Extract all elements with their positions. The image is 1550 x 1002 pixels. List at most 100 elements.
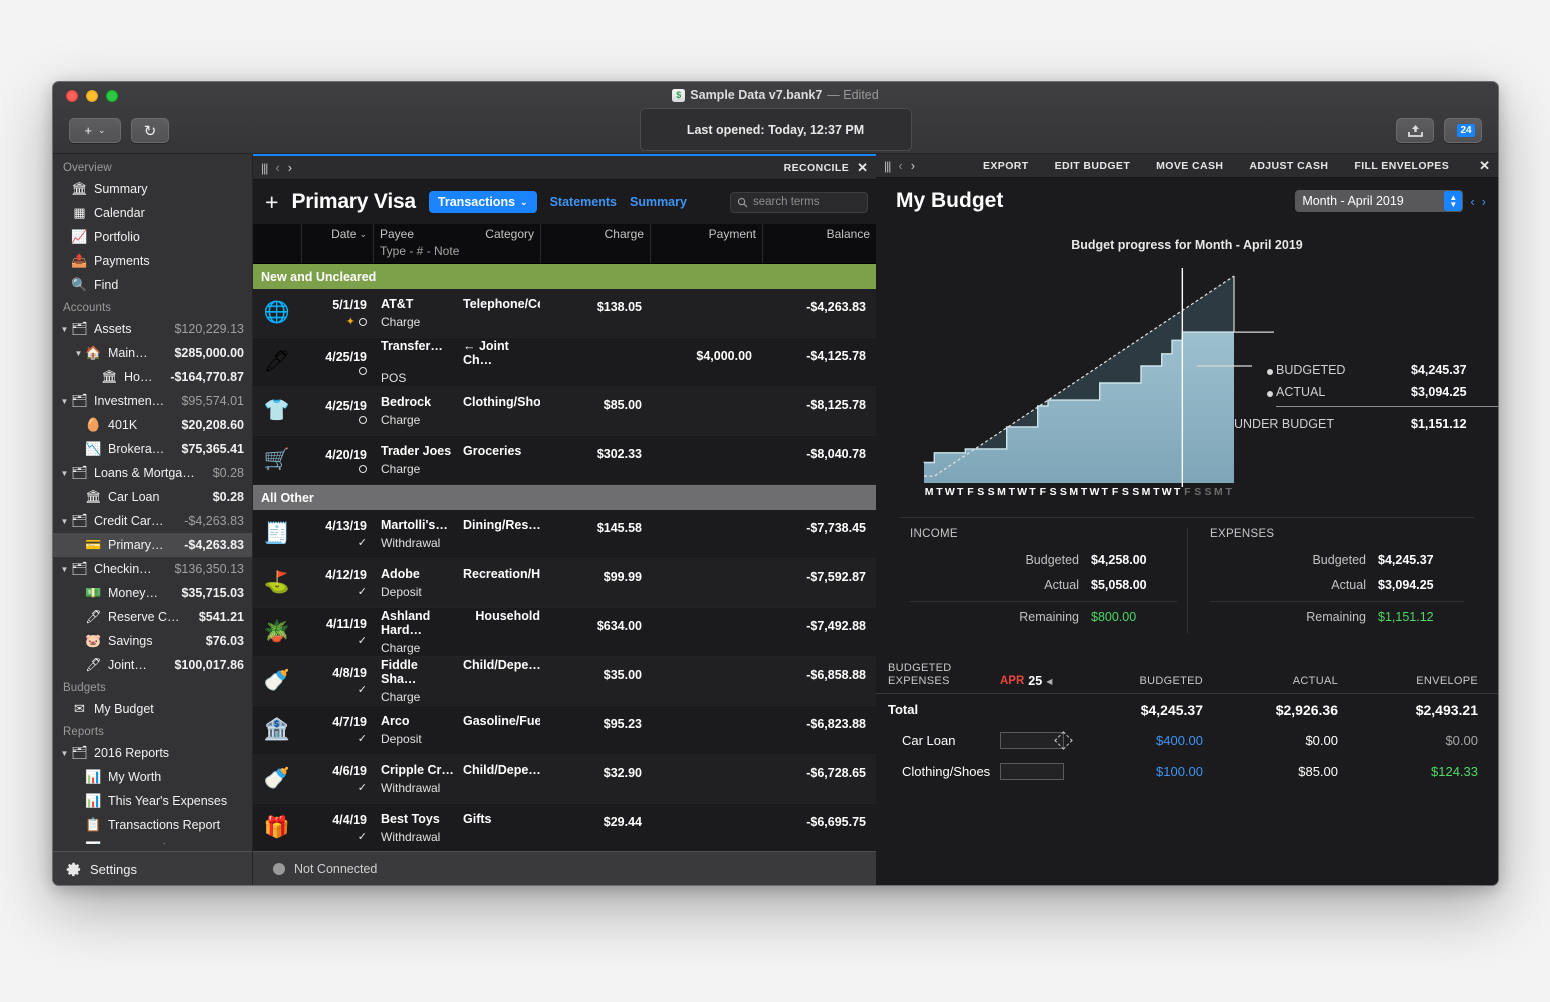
disclosure-triangle-icon[interactable]: ▼ xyxy=(59,565,70,574)
uncleared-circle-icon[interactable] xyxy=(359,366,367,375)
sidebar-item-money[interactable]: 💵 Money… $35,715.03 xyxy=(53,581,252,605)
budget-action-move-cash[interactable]: MOVE CASH xyxy=(1156,160,1223,172)
cleared-check-icon[interactable]: ✓ xyxy=(358,781,367,794)
budget-action-export[interactable]: EXPORT xyxy=(983,160,1029,172)
close-budget-panel-icon[interactable]: ✕ xyxy=(1479,158,1490,174)
back-icon[interactable]: ‹ xyxy=(898,158,902,173)
uncleared-circle-icon[interactable] xyxy=(359,415,367,424)
table-row[interactable]: 👕 4/25/19 Bedrock Clothing/Shoes Charge $85.0… xyxy=(253,387,876,436)
sidebar-item-2016-reports[interactable]: ▼ 🗂 2016 Reports xyxy=(53,741,252,765)
budget-row[interactable]: Car Loan $400.00 $0.00 $0.00 xyxy=(876,725,1498,756)
forward-icon[interactable]: › xyxy=(288,160,292,175)
sidebar-item-my-worth[interactable]: 📊 My Worth xyxy=(53,765,252,789)
cleared-check-icon[interactable]: ✓ xyxy=(358,536,367,549)
sidebar-item-portfolio[interactable]: 📈 Portfolio xyxy=(53,225,252,249)
sidebar-item-last-month-to-date-ex[interactable]: 📊 Last Month to Date Ex xyxy=(53,837,252,844)
budget-progress-bar[interactable] xyxy=(1000,763,1064,780)
prev-period-button[interactable]: ‹ xyxy=(1470,194,1474,209)
tab-transactions[interactable]: Transactions ⌄ xyxy=(428,191,537,213)
col-balance[interactable]: Balance xyxy=(762,224,876,263)
budget-date-marker[interactable]: APR 25 ◀ xyxy=(1000,674,1108,688)
sidebar-list[interactable]: Overview 🏛 Summary ▦ Calendar 📈 Portfolio 📤 Paym… xyxy=(53,154,252,844)
uncleared-circle-icon[interactable] xyxy=(359,317,367,326)
col-date[interactable]: Date ⌄ xyxy=(301,224,373,263)
table-row[interactable]: 🍼 4/8/19 ✓ Fiddle Sha… Child/Depe… Charge $35.… xyxy=(253,657,876,706)
disclosure-triangle-icon[interactable]: ▼ xyxy=(59,517,70,526)
close-panel-icon[interactable]: ✕ xyxy=(857,160,868,176)
budget-row[interactable]: Clothing/Shoes $100.00 $85.00 $124.33 xyxy=(876,756,1498,787)
next-period-button[interactable]: › xyxy=(1482,194,1486,209)
disclosure-triangle-icon[interactable]: ▼ xyxy=(59,397,70,406)
uncleared-circle-icon[interactable] xyxy=(359,464,367,473)
budget-col-budgeted[interactable]: BUDGETED xyxy=(1108,675,1203,688)
settings-button[interactable]: Settings xyxy=(53,851,252,885)
panel-grip-icon[interactable]: ||| xyxy=(884,159,891,173)
budget-progress-bar[interactable] xyxy=(1000,731,1073,750)
budget-col-envelope[interactable]: ENVELOPE xyxy=(1338,675,1478,688)
search-input[interactable]: search terms xyxy=(730,191,868,213)
budget-action-adjust-cash[interactable]: ADJUST CASH xyxy=(1249,160,1328,172)
col-payee-category[interactable]: Payee Category Type - # - Note xyxy=(373,224,540,263)
sidebar-item-joint[interactable]: 🖊 Joint… $100,017.86 xyxy=(53,653,252,677)
add-transaction-button[interactable]: + xyxy=(265,189,278,216)
forward-icon[interactable]: › xyxy=(911,158,915,173)
budget-table-rows[interactable]: Total $4,245.37 $2,926.36 $2,493.21 Car Loan… xyxy=(876,694,1498,787)
table-row[interactable]: 🏦 4/7/19 ✓ Arco Gasoline/Fuel Deposit $95.23 -$… xyxy=(253,706,876,755)
sidebar-item-401k[interactable]: 🥚 401K $20,208.60 xyxy=(53,413,252,437)
sidebar-item-main[interactable]: ▼ 🏠 Main… $285,000.00 xyxy=(53,341,252,365)
sidebar-item-payments[interactable]: 📤 Payments xyxy=(53,249,252,273)
back-icon[interactable]: ‹ xyxy=(275,160,279,175)
table-row[interactable]: 🍼 4/6/19 ✓ Cripple Cr… Child/Depe… Withdrawal… xyxy=(253,755,876,804)
disclosure-triangle-icon[interactable]: ▼ xyxy=(59,469,70,478)
table-row[interactable]: 🪴 4/11/19 ✓ Ashland Hard… Household Charge $63… xyxy=(253,608,876,657)
budget-action-edit-budget[interactable]: EDIT BUDGET xyxy=(1055,160,1131,172)
sidebar-item-brokera[interactable]: 📉 Brokera… $75,365.41 xyxy=(53,437,252,461)
panel-grip-icon[interactable]: ||| xyxy=(261,161,268,175)
table-row[interactable]: 🧾 4/13/19 ✓ Martolli's… Dining/Res… Withdrawa… xyxy=(253,510,876,559)
disclosure-triangle-icon[interactable]: ▼ xyxy=(59,325,70,334)
sidebar-item-checkin[interactable]: ▼ 🗂 Checkin… $136,350.13 xyxy=(53,557,252,581)
sidebar-item-assets[interactable]: ▼ 🗂 Assets $120,229.13 xyxy=(53,317,252,341)
sidebar-item-savings[interactable]: 🐷 Savings $76.03 xyxy=(53,629,252,653)
cleared-check-icon[interactable]: ✓ xyxy=(358,634,367,647)
disclosure-triangle-icon[interactable]: ▼ xyxy=(59,749,70,758)
calendar-badge-button[interactable]: 24 xyxy=(1444,118,1482,143)
col-payment[interactable]: Payment xyxy=(650,224,762,263)
cleared-check-icon[interactable]: ✓ xyxy=(358,732,367,745)
table-row[interactable]: ⛳ 4/12/19 ✓ Adobe Recreation/Hobbies Deposit $… xyxy=(253,559,876,608)
transactions-list[interactable]: New and Uncleared 🌐 5/1/19 ✦ AT&T Telephone/C… xyxy=(253,264,876,853)
budget-handle-icon[interactable] xyxy=(1054,731,1073,750)
sidebar-item-find[interactable]: 🔍 Find xyxy=(53,273,252,297)
reconcile-button[interactable]: RECONCILE xyxy=(784,162,849,174)
sidebar-item-loans-mortga[interactable]: ▼ 🗂 Loans & Mortga… $0.28 xyxy=(53,461,252,485)
refresh-button[interactable]: ↻ xyxy=(131,118,169,143)
budget-action-fill-envelopes[interactable]: FILL ENVELOPES xyxy=(1354,160,1449,172)
sidebar-item-primary[interactable]: 💳 Primary… -$4,263.83 xyxy=(53,533,252,557)
budget-row[interactable]: Total $4,245.37 $2,926.36 $2,493.21 xyxy=(876,694,1498,725)
sidebar-item-reserve-c[interactable]: 🖊 Reserve C… $541.21 xyxy=(53,605,252,629)
sidebar-item-investmen[interactable]: ▼ 🗂 Investmen… $95,574.01 xyxy=(53,389,252,413)
sidebar-item-car-loan[interactable]: 🏛 Car Loan $0.28 xyxy=(53,485,252,509)
period-select[interactable]: Month - April 2019 ▲ ▼ xyxy=(1295,190,1464,212)
sidebar-item-calendar[interactable]: ▦ Calendar xyxy=(53,201,252,225)
table-row[interactable]: 🌐 5/1/19 ✦ AT&T Telephone/Cellular Charge $138… xyxy=(253,289,876,338)
table-row[interactable]: 🖊 4/25/19 Transfer… ← Joint Ch… POS $4,000.00… xyxy=(253,338,876,387)
sidebar-item-this-year-s-expenses[interactable]: 📊 This Year's Expenses xyxy=(53,789,252,813)
cleared-check-icon[interactable]: ✓ xyxy=(358,683,367,696)
budget-col-actual[interactable]: ACTUAL xyxy=(1203,675,1338,688)
tab-statements[interactable]: Statements xyxy=(550,195,617,209)
cleared-check-icon[interactable]: ✓ xyxy=(358,585,367,598)
cleared-check-icon[interactable]: ✓ xyxy=(358,830,367,843)
add-button[interactable]: + ⌄ xyxy=(69,118,121,143)
disclosure-triangle-icon[interactable]: ▼ xyxy=(73,349,84,358)
col-charge[interactable]: Charge xyxy=(540,224,650,263)
table-row[interactable]: 🛒 4/20/19 Trader Joes Groceries Charge $302.3… xyxy=(253,436,876,485)
sidebar-item-ho[interactable]: 🏛 Ho… -$164,770.87 xyxy=(53,365,252,389)
upload-button[interactable] xyxy=(1396,118,1434,143)
tab-summary[interactable]: Summary xyxy=(630,195,687,209)
period-stepper-icon[interactable]: ▲ ▼ xyxy=(1444,191,1463,211)
sidebar-item-summary[interactable]: 🏛 Summary xyxy=(53,177,252,201)
table-row[interactable]: 🎁 4/4/19 ✓ Best Toys Gifts Withdrawal $29.44 -$… xyxy=(253,804,876,853)
sidebar-item-transactions-report[interactable]: 📋 Transactions Report xyxy=(53,813,252,837)
sidebar-item-my-budget[interactable]: ✉ My Budget xyxy=(53,697,252,721)
